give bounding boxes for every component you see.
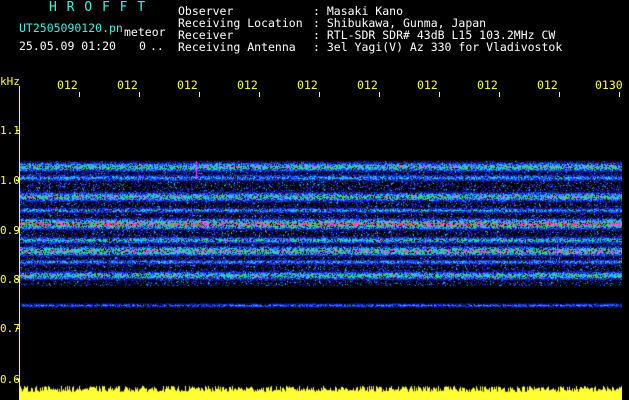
count-suffix: .. xyxy=(150,39,164,53)
antenna-value: : 3el Yagi(V) Az 330 for Vladivostok xyxy=(313,40,563,54)
spectrogram-plot xyxy=(20,96,622,400)
datetime: 25.05.09 01:20 xyxy=(19,39,116,53)
filename: UT2505090120.pn xyxy=(19,21,123,35)
time-tick-label: 012 xyxy=(57,78,78,92)
y-unit-label: kHz xyxy=(0,75,20,88)
time-tick-label: 012 xyxy=(417,78,438,92)
time-tick-label: 012 xyxy=(477,78,498,92)
time-tick-label: 012 xyxy=(177,78,198,92)
spectrogram-screen: H R O F F T UT2505090120.pn meteor 25.05… xyxy=(0,0,629,400)
station-title: H R O F F T xyxy=(49,0,147,15)
mode-label: meteor xyxy=(124,25,166,39)
time-tick-label: 012 xyxy=(297,78,318,92)
time-tick-label: 012 xyxy=(357,78,378,92)
count: 0 xyxy=(139,39,146,53)
time-tick-label: 012 xyxy=(537,78,558,92)
time-tick-label: 012 xyxy=(117,78,138,92)
antenna-key: Receiving Antenna xyxy=(178,40,296,54)
time-tick-label: 012 xyxy=(237,78,258,92)
time-tick-label: 0130 xyxy=(595,78,623,92)
